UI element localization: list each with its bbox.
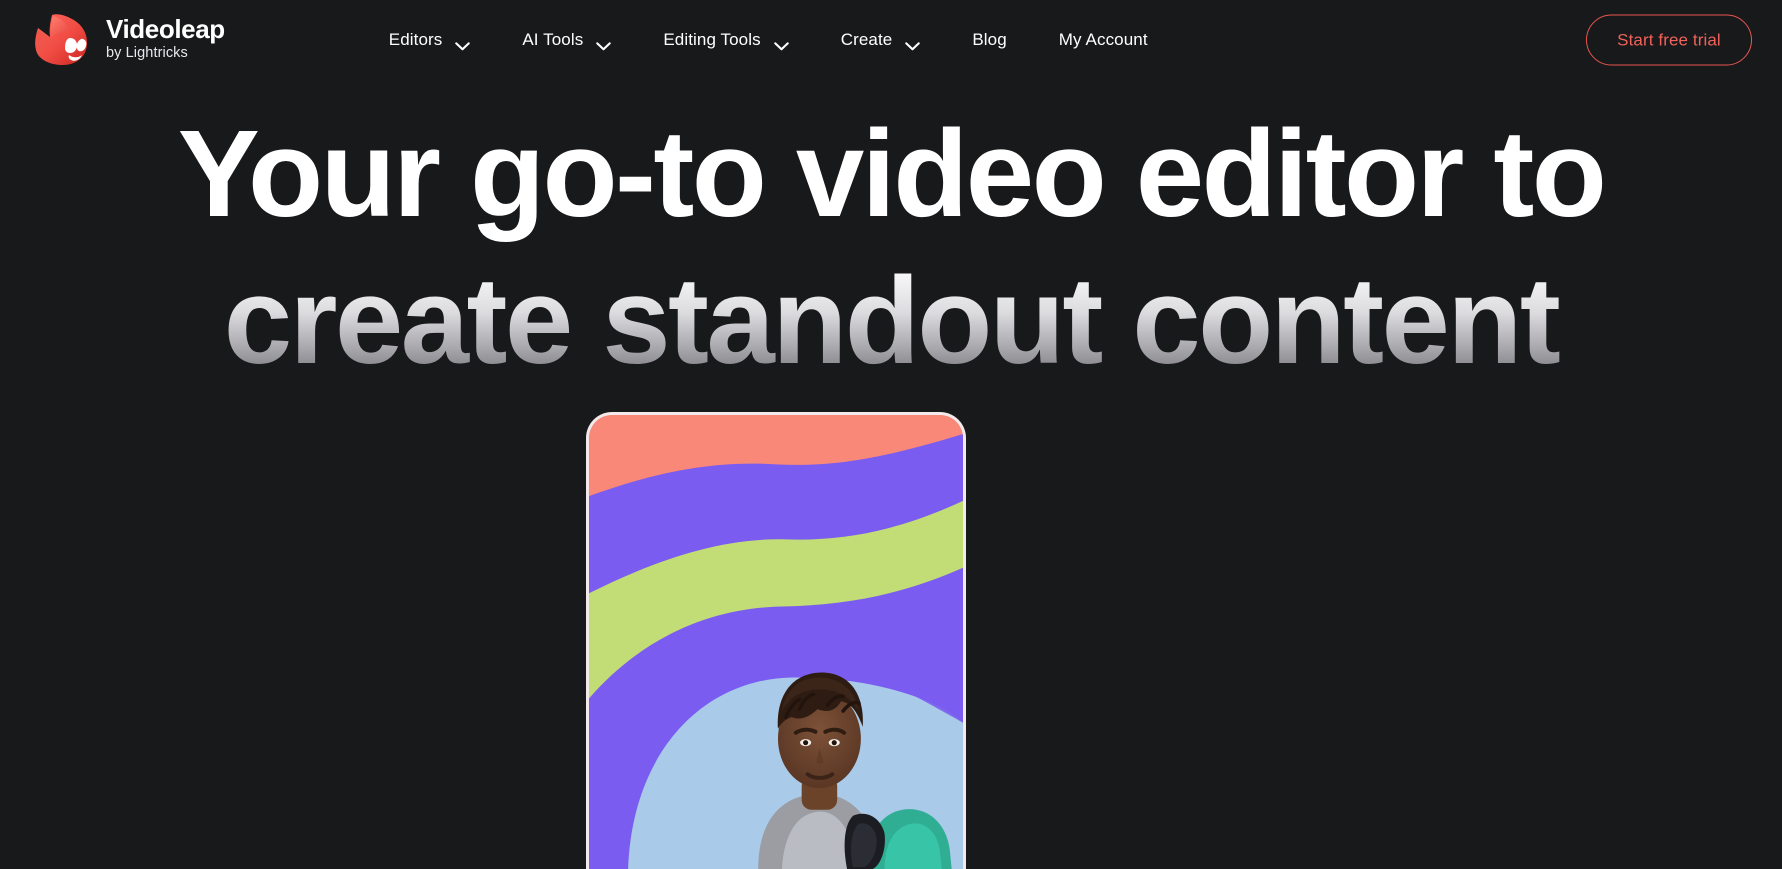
- main-navigation: Editors AI Tools Editing Tools Create Bl…: [389, 22, 1148, 58]
- nav-label-blog: Blog: [972, 30, 1007, 49]
- site-header: Videoleap by Lightricks Editors AI Tools: [0, 0, 1782, 80]
- chevron-down-icon: [773, 36, 789, 50]
- video-preview-screen: [589, 415, 963, 869]
- videoleap-bird-logo-icon: [30, 12, 92, 68]
- page-title: Your go-to video editor to create stando…: [0, 80, 1782, 383]
- nav-item-editing-tools[interactable]: Editing Tools: [663, 22, 789, 58]
- headline-line-1: Your go-to video editor to: [177, 106, 1607, 243]
- brand-tagline: by Lightricks: [106, 45, 188, 62]
- video-preview-phone-mockup[interactable]: [586, 412, 966, 869]
- nav-item-create[interactable]: Create: [841, 22, 921, 58]
- chevron-down-icon: [455, 36, 471, 50]
- brand-name: Videoleap: [106, 14, 225, 45]
- chevron-down-icon: [596, 36, 612, 50]
- nav-item-ai-tools[interactable]: AI Tools: [522, 22, 612, 58]
- nav-label-create: Create: [840, 30, 893, 49]
- chevron-down-icon: [905, 36, 921, 50]
- nav-label-editors: Editors: [388, 30, 443, 49]
- videoleap-landing-page: Videoleap by Lightricks Editors AI Tools: [0, 0, 1782, 869]
- nav-label-editing-tools: Editing Tools: [663, 30, 761, 49]
- nav-label-my-account: My Account: [1058, 30, 1148, 49]
- nav-item-editors[interactable]: Editors: [389, 22, 471, 58]
- brand-logo-link[interactable]: Videoleap by Lightricks: [30, 12, 225, 68]
- start-free-trial-button[interactable]: Start free trial: [1586, 14, 1752, 66]
- nav-item-my-account[interactable]: My Account: [1059, 22, 1148, 58]
- headline-line-2: create standout content: [0, 236, 1782, 383]
- header-cta-container: Start free trial: [1586, 14, 1752, 66]
- nav-item-blog[interactable]: Blog: [972, 22, 1006, 58]
- hero-section: Your go-to video editor to create stando…: [0, 80, 1782, 383]
- nav-label-ai-tools: AI Tools: [522, 30, 584, 49]
